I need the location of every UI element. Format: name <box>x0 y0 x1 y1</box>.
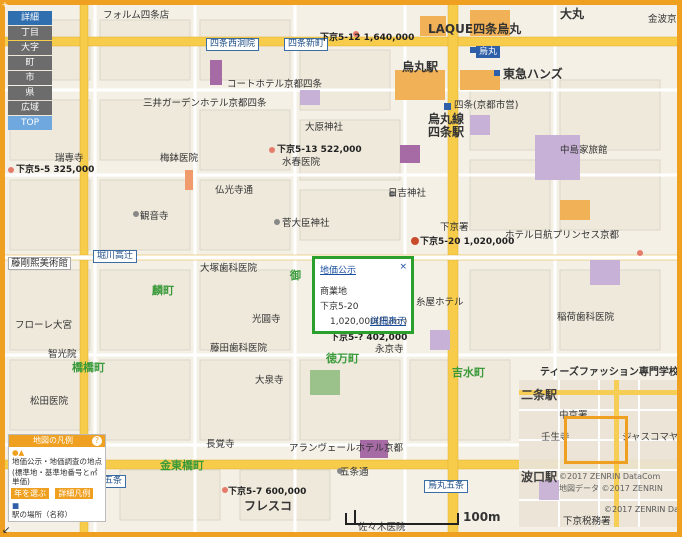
label-inari: 稲荷歯科医院 <box>557 312 615 323</box>
label-shimokyo-keisatsu: 下京署 <box>440 222 469 233</box>
label-diez: ティーズファッション専門学校 <box>540 367 679 378</box>
popup-title[interactable]: 地価公示 <box>320 263 406 276</box>
popup-point-id: 下京5-20 <box>320 302 359 312</box>
corner-icon: + <box>1 0 9 9</box>
label-arancia: アランヴェールホテル京都 <box>289 443 404 454</box>
label-kashiwa: 糸屋ホテル <box>416 297 464 308</box>
label-rin: 麟町 <box>152 284 174 297</box>
credit-1: ©2017 ZENRIN DataCom <box>604 505 682 514</box>
map-legend: 地図の凡例 ? ●▲ 地価公示・地価調査の地点 (標準地・基準地番号と㎡単価) 年… <box>8 434 106 522</box>
label-price-main[interactable]: 下京5-20 1,020,000 <box>420 237 514 248</box>
zoom-town-button[interactable]: 町 <box>8 56 52 70</box>
legend-title: 地図の凡例 <box>33 436 73 445</box>
resize-icon[interactable]: ↙ <box>2 526 10 536</box>
label-laque: LAQUE四条烏丸 <box>428 22 522 36</box>
inset-jusco: ジャスコマヤ <box>622 432 677 443</box>
label-mizuharu: 水春医院 <box>282 157 321 168</box>
label-karasuma-station[interactable]: 烏丸駅 <box>402 61 438 73</box>
tag-shijo-nishinotoin[interactable]: 四条西洞院 <box>206 38 260 51</box>
legend-line-1: ●▲ 地価公示・地価調査の地点 <box>12 448 102 466</box>
legend-line-2: (標準地・基準地番号と㎡単価) <box>12 468 98 486</box>
label-shijo-station[interactable]: 四条駅 <box>428 126 464 138</box>
label-price-3[interactable]: 下京5-? 402,000 <box>330 333 407 344</box>
price-point-icon: ●▲ <box>12 448 25 457</box>
inset-title: 二条駅 <box>521 388 558 402</box>
label-mitsui: 三井ガーデンホテル京都四条 <box>143 98 267 109</box>
zoom-chome-button[interactable]: 丁目 <box>8 26 52 40</box>
label-fresco: フレスコ <box>244 499 293 513</box>
legend-header[interactable]: 地図の凡例 ? <box>9 435 105 447</box>
inset-viewport-frame[interactable] <box>564 416 628 464</box>
label-kotohotel: コートホテル京都四条 <box>227 79 323 90</box>
label-kouen: 光圓寺 <box>252 314 281 325</box>
legend-station: ■ 駅の場所（名称） <box>12 501 72 519</box>
label-shimokyo-tax: 下京税務署 <box>563 516 611 527</box>
label-toyoko: 東急ハンズ <box>503 67 563 81</box>
label-price-1[interactable]: 下京5-12 1,640,000 <box>320 33 414 44</box>
zoom-city-button[interactable]: 市 <box>8 71 52 85</box>
close-icon[interactable]: × <box>399 262 407 272</box>
label-hotel-princess: ホテル日航プリンセス京都 <box>505 230 620 241</box>
label-daiharajinja: 大原神社 <box>305 122 344 133</box>
zoom-wide-button[interactable]: 広域 <box>8 101 52 115</box>
scale-bar <box>345 513 459 525</box>
label-zuishin: 瑞専寺 <box>55 153 84 164</box>
label-daikyo: 大泉寺 <box>255 375 284 386</box>
label-forum: フォルム四条店 <box>103 10 170 21</box>
label-price-left[interactable]: 下京5-5 325,000 <box>16 165 94 176</box>
label-sugawara: 菅大臣神社 <box>282 218 330 229</box>
zoom-top-button[interactable]: TOP <box>8 116 52 130</box>
zoom-detail-button[interactable]: 詳細 <box>8 11 52 25</box>
station-icon: ■ <box>12 501 20 510</box>
scale-label: 100m <box>463 510 501 524</box>
label-kanekyo: 金波京 <box>648 14 677 25</box>
label-flore: フローレ大宮 <box>15 320 73 331</box>
label-tokuman: 徳万町 <box>326 352 359 365</box>
label-kannon: 観音寺 <box>140 211 169 222</box>
label-price-2[interactable]: 下京5-13 522,000 <box>277 145 362 156</box>
label-shijo-kyoto-shiten[interactable]: 四条(京都市営) <box>454 100 518 111</box>
tag-karasuma-gojo[interactable]: 烏丸五条 <box>424 480 469 493</box>
inset-station: 波口駅 <box>521 470 558 484</box>
label-yoshimizu: 吉水町 <box>452 366 485 379</box>
label-otsuka: 大塚歯科医院 <box>200 263 258 274</box>
label-gojo-st: 五条通 <box>340 467 369 478</box>
label-nakajima: 中島家旅館 <box>560 145 608 156</box>
label-hosokawa: 藤剛熙美術館 <box>8 257 72 270</box>
zoom-prefecture-button[interactable]: 県 <box>8 86 52 100</box>
label-price-4[interactable]: 下京5-7 600,000 <box>228 487 306 498</box>
zoom-level-panel: 詳細 丁目 大字 町 市 県 広域 TOP <box>8 11 52 131</box>
label-butsukoji: 仏光寺通 <box>215 185 254 196</box>
label-matsuda: 松田医院 <box>30 396 69 407</box>
label-chokaku: 長覚寺 <box>206 439 235 450</box>
popup-land-type: 商業地 <box>320 287 348 297</box>
label-fujita: 藤田歯科医院 <box>210 343 268 354</box>
label-daimaru: 大丸 <box>560 7 585 21</box>
label-nichi: 日吉神社 <box>388 188 427 199</box>
land-price-popup: 地価公示 × 商業地 下京5-20 1,020,000(円/m²) 詳細表示 <box>312 256 414 334</box>
label-karasuma-line: 烏丸線 <box>428 112 465 126</box>
label-kintoryo: 金東橋町 <box>160 459 204 472</box>
select-year-button[interactable]: 年を選ぶ <box>11 488 49 499</box>
map-viewport[interactable]: フォルム四条店 LAQUE四条烏丸 大丸 金波京 四条西洞院 四条新町 下京5-… <box>0 0 682 537</box>
label-baishoji: 梅鉢医院 <box>160 153 199 164</box>
label-eikoji: 永京寺 <box>375 344 404 355</box>
help-icon[interactable]: ? <box>92 436 102 446</box>
label-chiko: 智光院 <box>48 349 77 360</box>
inset-credit-2: 地図データ ©2017 ZENRIN <box>559 484 663 493</box>
tag-horikawa[interactable]: 堀川高辻 <box>93 250 138 263</box>
label-yu: 御 <box>290 269 301 282</box>
label-tsubashi: 橋橋町 <box>72 361 105 374</box>
tag-karasuma[interactable]: 烏丸 <box>476 46 501 58</box>
zoom-oaza-button[interactable]: 大字 <box>8 41 52 55</box>
popup-detail-link[interactable]: 詳細表示 <box>370 314 406 327</box>
detail-legend-button[interactable]: 詳細凡例 <box>55 488 94 499</box>
inset-credit-1: ©2017 ZENRIN DataCom <box>559 472 661 481</box>
